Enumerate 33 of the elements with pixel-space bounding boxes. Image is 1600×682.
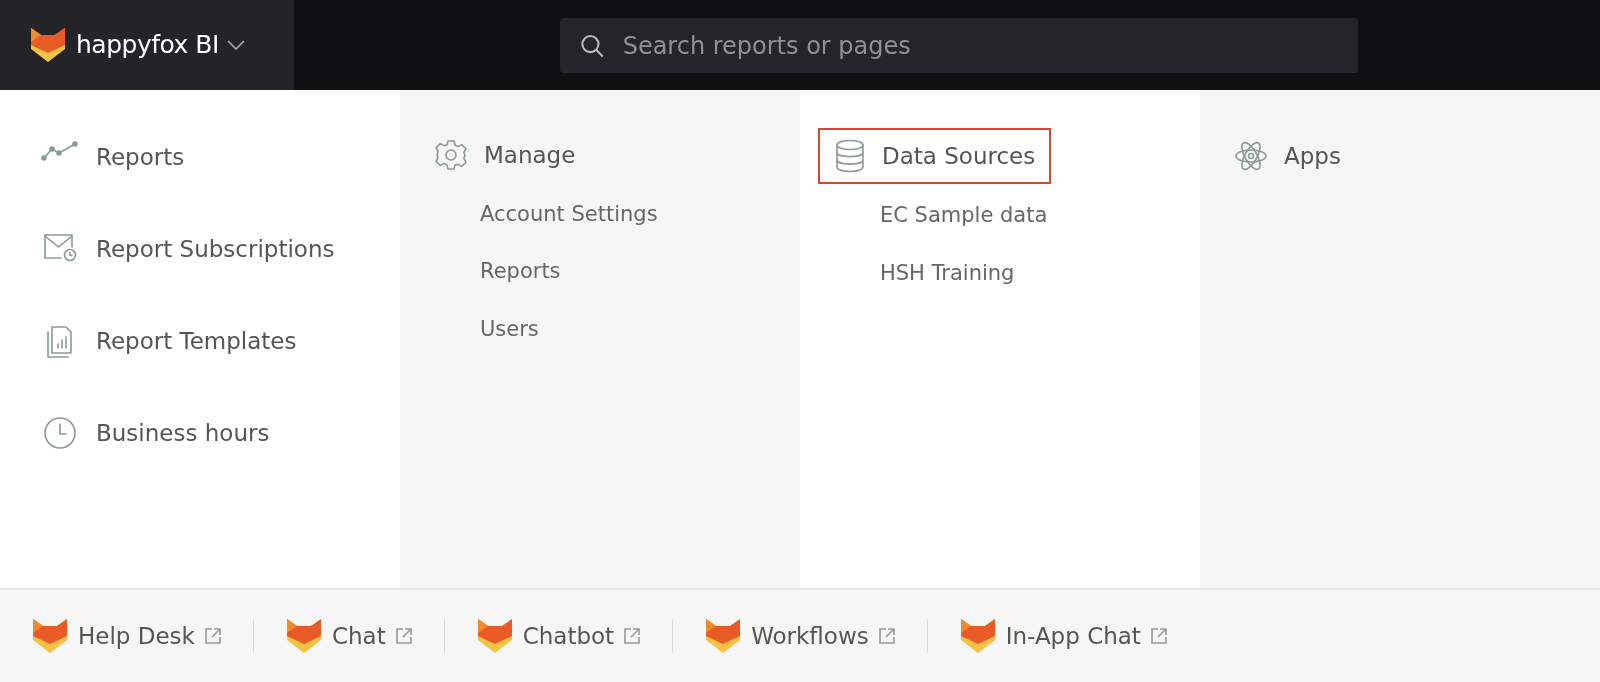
settings-icon <box>434 138 468 173</box>
nav-item[interactable]: Business hours <box>40 416 400 508</box>
nav-item[interactable]: Reports <box>40 140 400 232</box>
external-link-icon[interactable] <box>622 626 643 646</box>
caret-icon[interactable] <box>226 40 245 50</box>
nav-item[interactable]: Report Subscriptions <box>40 232 400 324</box>
product-link[interactable]: In-App Chat <box>1005 618 1141 654</box>
external-link-icon[interactable] <box>393 626 414 646</box>
external-link-icon[interactable] <box>876 626 897 646</box>
menu-link[interactable]: Reports <box>418 256 561 288</box>
menu-link[interactable]: HSH Training <box>818 257 1015 289</box>
search-input[interactable]: Search reports or pages <box>620 26 1358 65</box>
menu-link[interactable]: Account Settings <box>418 198 658 230</box>
fox-logo-icon <box>30 616 70 656</box>
product-link[interactable]: Workflows <box>751 618 869 654</box>
search-field[interactable]: Search reports or pages <box>560 18 1358 73</box>
menu-link[interactable]: Users <box>418 313 539 345</box>
product-link[interactable]: Chatbot <box>522 618 615 654</box>
fox-logo-icon <box>28 25 68 65</box>
menu-heading[interactable]: Apps <box>1218 128 1357 184</box>
menu-heading[interactable]: Manage <box>418 128 592 183</box>
search-icon <box>580 32 605 59</box>
database-icon <box>834 138 866 174</box>
clock-icon <box>43 416 77 450</box>
product-link[interactable]: Help Desk <box>78 618 195 654</box>
mail-clock-icon <box>42 232 78 262</box>
menu-heading[interactable]: Data Sources <box>818 128 1052 184</box>
trend-line-icon <box>41 140 79 162</box>
menu-link[interactable]: EC Sample data <box>818 200 1048 232</box>
external-link-icon[interactable] <box>202 626 223 646</box>
external-link-icon[interactable] <box>1148 626 1169 646</box>
product-link[interactable]: Chat <box>331 618 386 654</box>
nav-item[interactable]: Report Templates <box>40 324 400 416</box>
